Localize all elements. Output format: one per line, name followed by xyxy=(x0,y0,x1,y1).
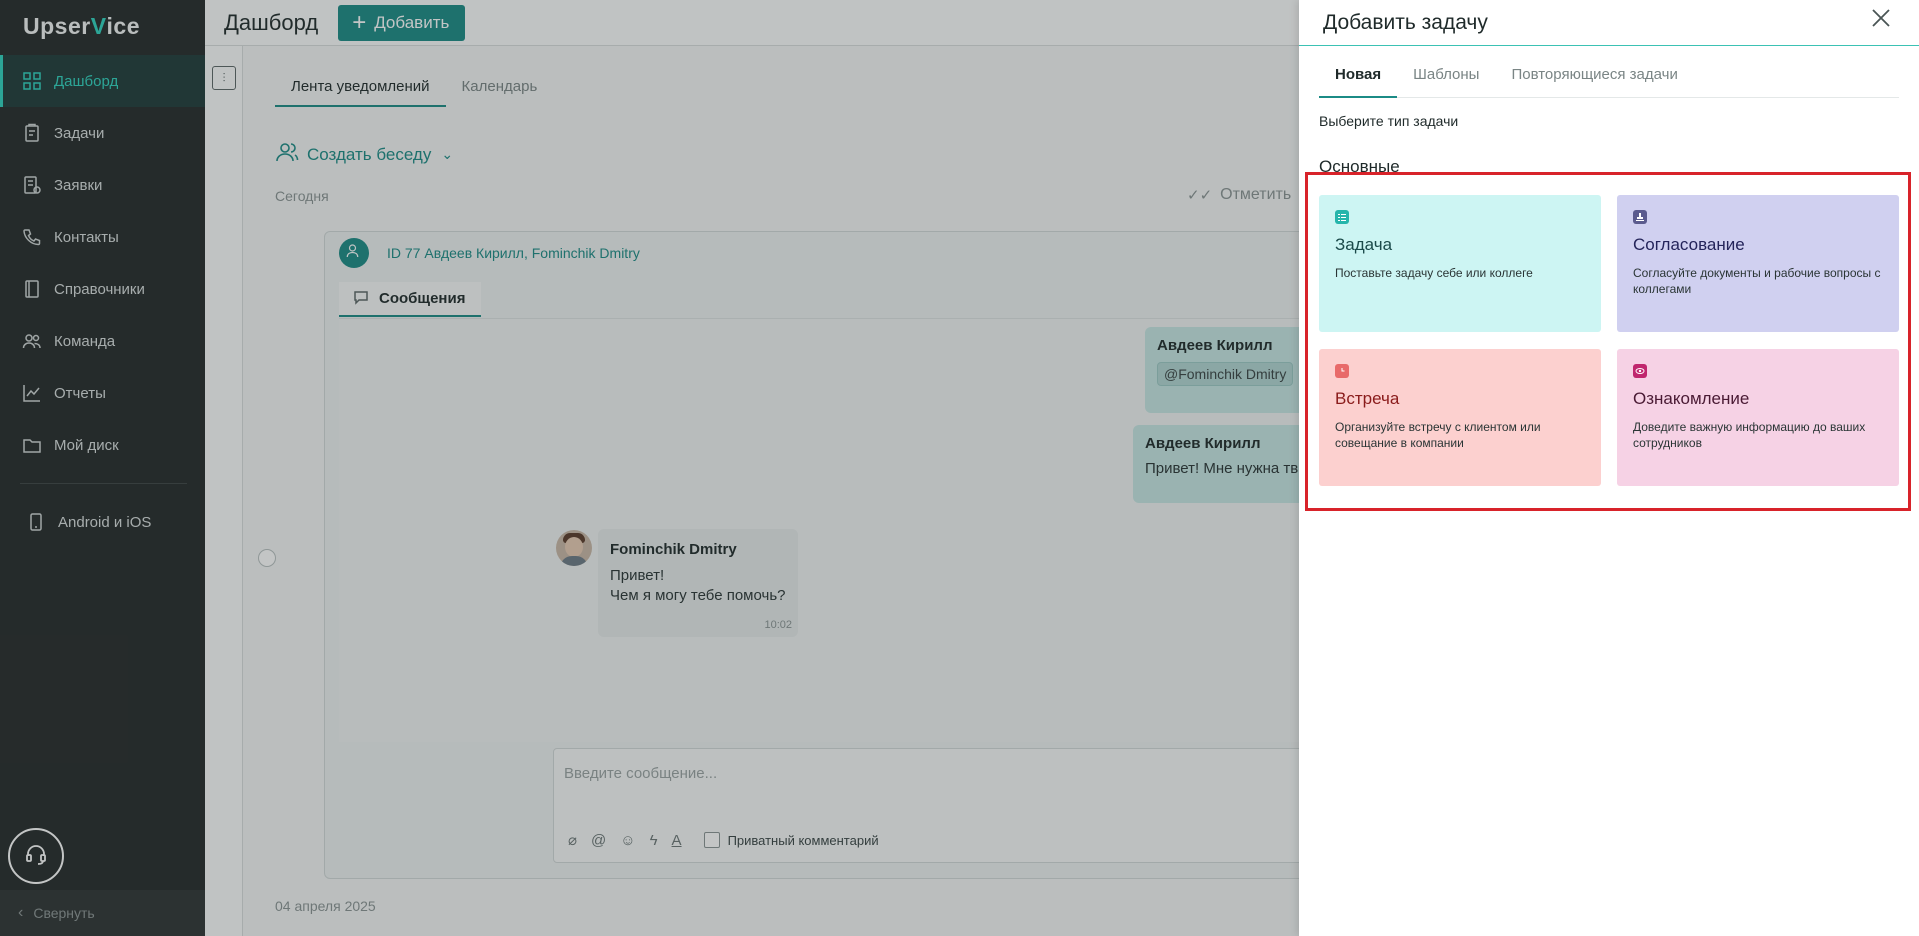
task-type-card-task[interactable]: Задача Поставьте задачу себе или коллеге xyxy=(1319,195,1601,332)
close-icon xyxy=(1870,7,1892,34)
task-type-card-approval[interactable]: Согласование Согласуйте документы и рабо… xyxy=(1617,195,1899,332)
list-icon xyxy=(1335,210,1349,224)
panel-tabs: Новая Шаблоны Повторяющиеся задачи xyxy=(1319,58,1899,98)
eye-icon xyxy=(1633,364,1647,378)
add-task-panel: Добавить задачу Новая Шаблоны Повторяющи… xyxy=(1299,0,1919,936)
panel-title: Добавить задачу xyxy=(1323,10,1488,34)
choose-type-label: Выберите тип задачи xyxy=(1319,113,1459,129)
card-title: Ознакомление xyxy=(1633,389,1750,408)
card-description: Организуйте встречу с клиентом или совещ… xyxy=(1335,420,1541,450)
panel-header: Добавить задачу xyxy=(1299,0,1919,46)
stamp-icon xyxy=(1633,210,1647,224)
clock-icon xyxy=(1335,364,1349,378)
tab-new[interactable]: Новая xyxy=(1319,58,1398,98)
card-title: Задача xyxy=(1335,235,1393,254)
card-description: Доведите важную информацию до ваших сотр… xyxy=(1633,420,1866,450)
card-title: Согласование xyxy=(1633,235,1745,254)
task-type-card-acknowledgement[interactable]: Ознакомление Доведите важную информацию … xyxy=(1617,349,1899,486)
tab-recurring[interactable]: Повторяющиеся задачи xyxy=(1495,58,1693,98)
card-description: Поставьте задачу себе или коллеге xyxy=(1335,266,1533,280)
tab-templates[interactable]: Шаблоны xyxy=(1397,58,1495,98)
card-title: Встреча xyxy=(1335,389,1400,408)
close-button[interactable] xyxy=(1867,6,1895,34)
card-description: Согласуйте документы и рабочие вопросы с… xyxy=(1633,266,1881,296)
task-type-card-meeting[interactable]: Встреча Организуйте встречу с клиентом и… xyxy=(1319,349,1601,486)
